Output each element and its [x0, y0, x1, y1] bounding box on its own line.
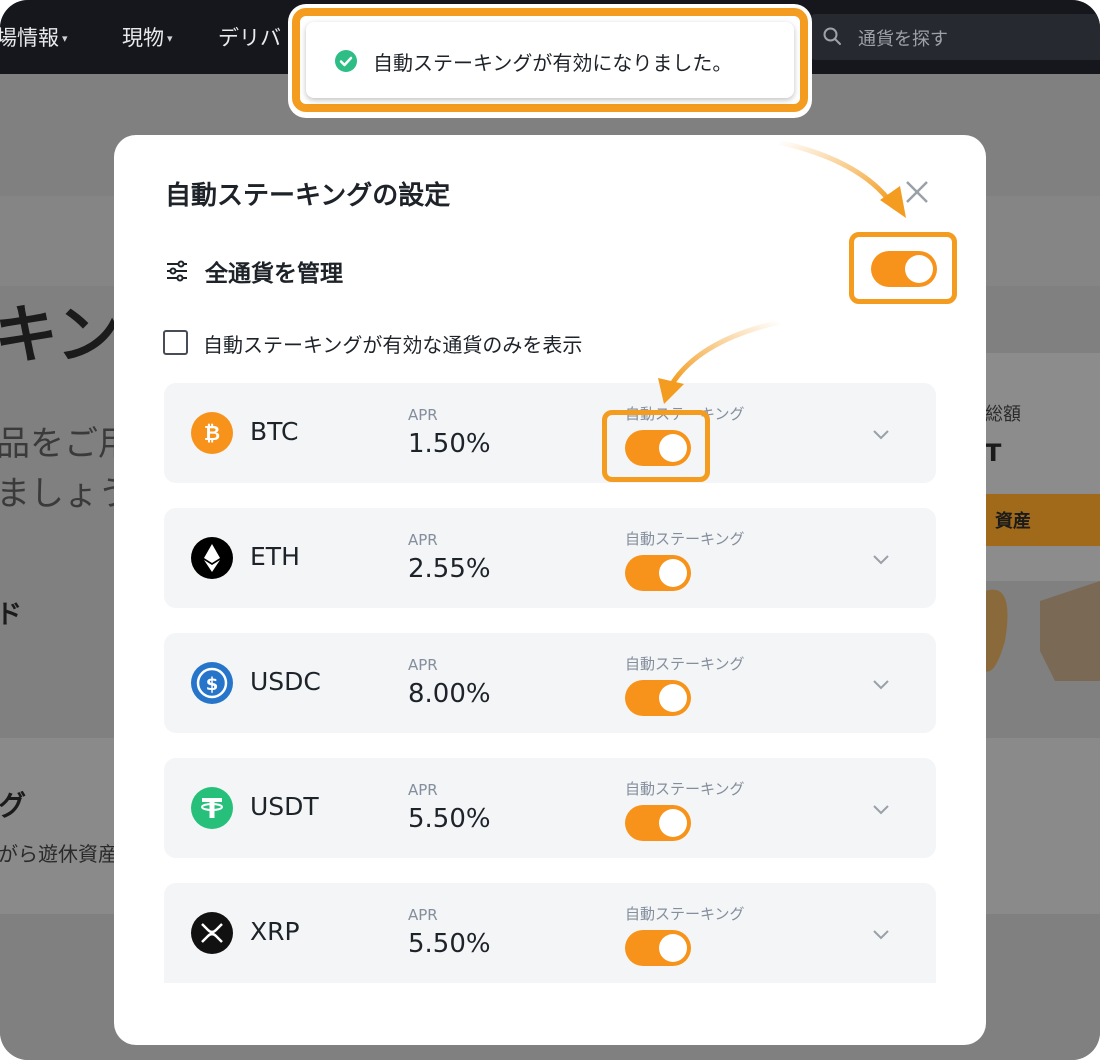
chevron-down-icon[interactable] — [870, 548, 892, 570]
toggle-knob — [659, 559, 687, 587]
coin-row-xrp: XRP APR 5.50% 自動ステーキング — [164, 883, 936, 983]
ethereum-icon — [191, 537, 233, 579]
auto-staking-label: 自動ステーキング — [625, 780, 745, 798]
search-icon — [823, 27, 841, 45]
highlight-manage-toggle — [849, 232, 957, 304]
coin-row-eth: ETH APR 2.55% 自動ステーキング — [164, 508, 936, 608]
apr-label: APR — [408, 656, 438, 674]
screen: 場情報 ▾ 現物 ▾ デリバ 通貨を探す キング 品をご用 ましょう ド グ がら遊… — [0, 0, 1100, 1060]
svg-text:₿: ₿ — [204, 421, 220, 445]
apr-label: APR — [408, 906, 438, 924]
chevron-down-icon[interactable] — [870, 798, 892, 820]
coin-row-usdt: USDT APR 5.50% 自動ステーキング — [164, 758, 936, 858]
apr-label: APR — [408, 531, 438, 549]
coin-row-usdc: $ USDC APR 8.00% 自動ステーキング — [164, 633, 936, 733]
check-circle-icon — [335, 50, 357, 72]
coin-symbol: USDC — [250, 667, 321, 696]
close-icon[interactable] — [902, 177, 932, 207]
toggle-knob — [659, 684, 687, 712]
toast-notification: 自動ステーキングが有効になりました。 — [306, 22, 794, 98]
background-section-title: グ — [0, 789, 27, 822]
search-box[interactable]: 通貨を探す — [808, 14, 1100, 60]
apr-label: APR — [408, 781, 438, 799]
coin-symbol: USDT — [250, 792, 319, 821]
coin-row-btc: ₿ BTC APR 1.50% 自動ステーキング — [164, 383, 936, 483]
toggle-knob — [659, 934, 687, 962]
auto-staking-toggle[interactable] — [625, 680, 691, 716]
sliders-icon — [167, 260, 187, 282]
search-placeholder: 通貨を探す — [858, 29, 948, 50]
apr-value: 5.50% — [408, 804, 491, 834]
background-label: ド — [0, 600, 23, 630]
xrp-icon — [191, 912, 233, 954]
auto-staking-label: 自動ステーキング — [625, 530, 745, 548]
chevron-down-icon[interactable] — [870, 673, 892, 695]
apr-value: 1.50% — [408, 429, 491, 459]
caret-down-icon: ▾ — [62, 32, 68, 45]
nav-item-derivatives[interactable]: デリバ — [218, 22, 281, 52]
auto-staking-toggle[interactable] — [625, 805, 691, 841]
background-section-sub: がら遊休資産 — [0, 842, 118, 866]
usdc-icon: $ — [191, 662, 233, 704]
auto-staking-toggle[interactable] — [625, 930, 691, 966]
background-card-label: 総額 — [985, 404, 1021, 425]
chevron-down-icon[interactable] — [870, 423, 892, 445]
auto-staking-label: 自動ステーキング — [625, 905, 745, 923]
nav-item-label: 場情報 — [0, 26, 59, 50]
coin-symbol: XRP — [250, 917, 300, 946]
apr-value: 8.00% — [408, 679, 491, 709]
background-asset-card: 総額 T 資産 — [985, 353, 1100, 581]
chevron-down-icon[interactable] — [870, 923, 892, 945]
decoration-illustration — [985, 581, 1100, 681]
apr-value: 2.55% — [408, 554, 491, 584]
coin-symbol: BTC — [250, 417, 299, 446]
enabled-only-checkbox[interactable] — [163, 330, 188, 355]
manage-all-label: 全通貨を管理 — [205, 261, 343, 287]
modal-title: 自動ステーキングの設定 — [165, 181, 451, 211]
apr-value: 5.50% — [408, 929, 491, 959]
nav-item-label: 現物 — [122, 26, 164, 50]
coin-list: ₿ BTC APR 1.50% 自動ステーキング ETH APR 2.55% 自… — [164, 383, 936, 983]
highlight-btc-toggle — [602, 410, 710, 482]
apr-label: APR — [408, 406, 438, 424]
tether-icon — [191, 787, 233, 829]
coin-symbol: ETH — [250, 542, 300, 571]
auto-staking-toggle[interactable] — [625, 555, 691, 591]
nav-item-spot[interactable]: 現物 ▾ — [122, 22, 173, 52]
background-card-value: T — [985, 439, 1002, 467]
bitcoin-icon: ₿ — [191, 412, 233, 454]
background-desc-line: ましょう — [0, 474, 132, 514]
background-desc-line: 品をご用 — [0, 424, 132, 464]
nav-item-market[interactable]: 場情報 ▾ — [0, 22, 68, 52]
nav-item-label: デリバ — [218, 26, 281, 50]
toast-message: 自動ステーキングが有効になりました。 — [373, 51, 733, 75]
svg-text:$: $ — [206, 674, 219, 695]
background-asset-button: 資産 — [985, 494, 1100, 546]
auto-staking-label: 自動ステーキング — [625, 655, 745, 673]
filter-label: 自動ステーキングが有効な通貨のみを表示 — [203, 333, 583, 357]
toggle-knob — [659, 809, 687, 837]
caret-down-icon: ▾ — [167, 32, 173, 45]
